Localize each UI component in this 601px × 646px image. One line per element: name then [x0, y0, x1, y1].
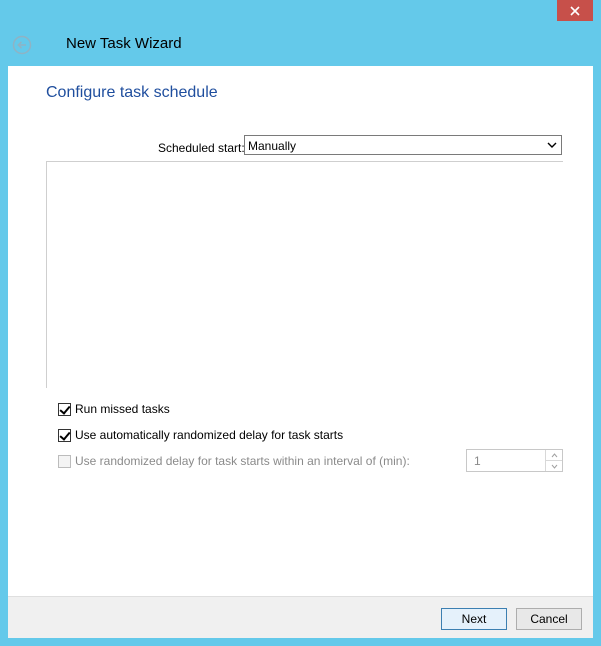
page-heading: Configure task schedule	[46, 84, 218, 101]
window-title: New Task Wizard	[66, 35, 182, 52]
close-button[interactable]	[557, 0, 593, 21]
cancel-button[interactable]: Cancel	[516, 608, 582, 630]
auto-random-delay-label: Use automatically randomized delay for t…	[75, 428, 344, 442]
title-bar: New Task Wizard	[0, 22, 601, 66]
stepper-up-button[interactable]	[546, 450, 562, 460]
random-delay-interval-stepper[interactable]: 1	[466, 449, 563, 472]
scheduled-start-select[interactable]: Manually	[244, 135, 562, 155]
chevron-down-icon	[547, 142, 557, 148]
chevron-up-icon	[551, 452, 557, 457]
back-arrow-icon	[12, 35, 32, 55]
random-delay-interval-value: 1	[474, 454, 481, 468]
wizard-footer: Next Cancel	[8, 596, 593, 638]
auto-random-delay-checkbox[interactable]	[58, 428, 71, 442]
scheduled-start-value: Manually	[248, 139, 297, 153]
run-missed-option[interactable]: Run missed tasks	[58, 401, 170, 417]
random-delay-interval-option[interactable]: Use randomized delay for task starts wit…	[58, 453, 410, 469]
close-icon	[570, 5, 580, 16]
next-button[interactable]: Next	[441, 608, 507, 630]
auto-random-delay-option[interactable]: Use automatically randomized delay for t…	[58, 427, 343, 443]
run-missed-label: Run missed tasks	[75, 402, 170, 416]
wizard-content: Configure task schedule Scheduled start:…	[8, 66, 593, 638]
random-delay-interval-checkbox[interactable]	[58, 454, 71, 468]
stepper-down-button[interactable]	[546, 460, 562, 471]
wizard-window: New Task Wizard Configure task schedule …	[0, 0, 601, 646]
back-button[interactable]	[12, 35, 32, 55]
scheduled-start-label: Scheduled start:	[158, 141, 245, 155]
chevron-down-small-icon	[551, 464, 557, 469]
schedule-settings-panel	[46, 161, 563, 388]
random-delay-interval-label: Use randomized delay for task starts wit…	[75, 454, 410, 468]
run-missed-checkbox[interactable]	[58, 402, 71, 416]
